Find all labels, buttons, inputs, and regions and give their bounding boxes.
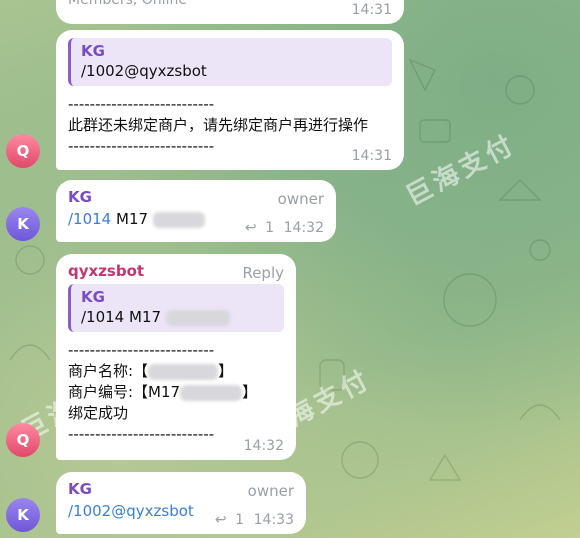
reply-count[interactable]: ↩ 1 (215, 512, 244, 528)
message-time: 14:32 (243, 438, 284, 454)
message-time: 14:31 (351, 2, 392, 18)
divider-text: --------------------------- (68, 137, 215, 155)
reply-button[interactable]: Reply (242, 264, 284, 282)
role-badge: owner (247, 482, 294, 500)
reply-quote[interactable]: KG /1002@qyxzsbot (68, 38, 392, 86)
quote-text: /1014 M17 (81, 308, 274, 326)
message-time: 14:33 (253, 512, 294, 528)
merchant-id-text: M17 (116, 210, 149, 228)
message-bubble[interactable]: KG /1002@qyxzsbot ----------------------… (56, 30, 404, 170)
message-bubble-partial[interactable]: Members, Online 14:31 (56, 0, 404, 24)
merchant-id-line: 商户编号:【M17】 (68, 383, 258, 401)
divider-text: --------------------------- (68, 341, 215, 359)
message-bubble[interactable]: qyxzsbot Reply KG /1014 M17 ------------… (56, 254, 296, 460)
command-link[interactable]: /1002@qyxzsbot (68, 502, 194, 520)
redacted-block (152, 211, 205, 228)
command-link[interactable]: /1014 (68, 210, 111, 228)
divider-text: --------------------------- (68, 95, 215, 113)
quote-sender: KG (81, 42, 105, 60)
quote-text: /1002@qyxzsbot (81, 62, 207, 80)
redacted-block (148, 363, 219, 380)
avatar[interactable]: Q (6, 134, 40, 168)
message-bubble[interactable]: KG owner /1014 M17 ↩ 1 14:32 (56, 180, 336, 242)
reply-count[interactable]: ↩ 1 (245, 220, 274, 236)
partial-text: Members, Online (68, 0, 187, 8)
avatar[interactable]: Q (6, 423, 40, 457)
redacted-block (180, 384, 243, 401)
reply-quote[interactable]: KG /1014 M17 (68, 284, 284, 332)
message-text: 此群还未绑定商户，请先绑定商户再进行操作 (68, 116, 369, 134)
quote-sender: KG (81, 288, 105, 306)
message-time: 14:31 (351, 148, 392, 164)
reply-arrow-icon: ↩ (244, 220, 257, 236)
merchant-name-line: 商户名称:【】 (68, 362, 234, 380)
message-time: 14:32 (283, 220, 324, 236)
message-bubble[interactable]: KG owner /1002@qyxzsbot ↩ 1 14:33 (56, 472, 306, 534)
avatar[interactable]: K (6, 498, 40, 532)
redacted-block (165, 309, 230, 326)
reply-arrow-icon: ↩ (214, 512, 227, 528)
role-badge: owner (277, 190, 324, 208)
status-text: 绑定成功 (68, 404, 129, 422)
avatar[interactable]: K (6, 207, 40, 241)
